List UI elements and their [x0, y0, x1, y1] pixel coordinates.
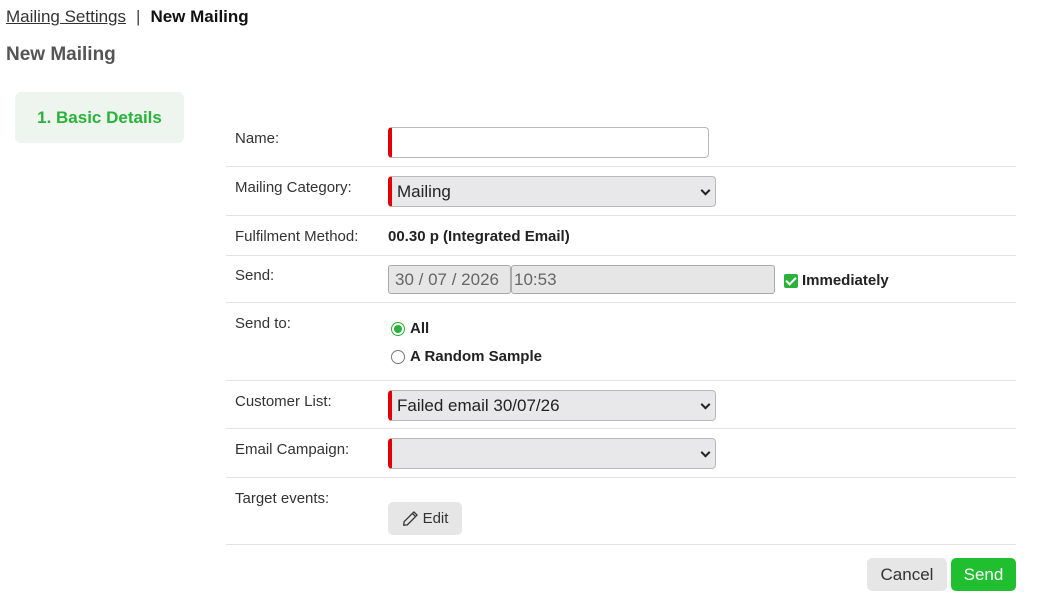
- target-events-label: Target events:: [235, 490, 330, 507]
- mailing-category-label: Mailing Category:: [235, 179, 352, 196]
- fulfilment-method-label: Fulfilment Method:: [235, 228, 359, 245]
- pencil-icon: [402, 511, 418, 526]
- target-events-row: Target events: Edit: [226, 478, 1016, 545]
- mailing-form: Name: Mailing Category: Mailing Fulfilme…: [226, 117, 1016, 545]
- send-to-all-radio[interactable]: All: [391, 320, 429, 337]
- send-to-label: Send to:: [235, 315, 291, 332]
- email-campaign-select[interactable]: [388, 438, 716, 469]
- chevron-down-icon: [700, 185, 711, 196]
- page-title: New Mailing: [6, 44, 116, 65]
- fulfilment-method-value: 00.30 p (Integrated Email): [388, 228, 570, 245]
- chevron-down-icon: [700, 447, 711, 458]
- email-campaign-label: Email Campaign:: [235, 441, 350, 458]
- send-row: Send: 30 / 07 / 2026 10:53 Immediately: [226, 256, 1016, 303]
- radio-unselected-icon: [391, 349, 405, 364]
- name-input[interactable]: [388, 127, 709, 158]
- checkbox-checked-icon: [784, 273, 798, 288]
- customer-list-label: Customer List:: [235, 393, 332, 410]
- fulfilment-method-row: Fulfilment Method: 00.30 p (Integrated E…: [226, 216, 1016, 256]
- mailing-category-row: Mailing Category: Mailing: [226, 167, 1016, 216]
- immediately-label: Immediately: [802, 272, 889, 289]
- customer-list-select[interactable]: Failed email 30/07/26: [388, 390, 716, 421]
- cancel-button[interactable]: Cancel: [867, 558, 947, 591]
- send-to-all-label: All: [410, 320, 430, 337]
- chevron-down-icon: [700, 399, 711, 410]
- send-to-random-sample-radio[interactable]: A Random Sample: [391, 348, 542, 365]
- mailing-category-value: Mailing: [397, 181, 451, 201]
- customer-list-value: Failed email 30/07/26: [397, 395, 560, 415]
- radio-selected-icon: [391, 321, 405, 336]
- name-label: Name:: [235, 130, 280, 147]
- breadcrumb: Mailing Settings | New Mailing: [6, 7, 249, 27]
- breadcrumb-separator: |: [136, 7, 141, 26]
- email-campaign-row: Email Campaign:: [226, 429, 1016, 478]
- edit-label: Edit: [422, 510, 449, 527]
- send-to-row: Send to: All A Random Sample: [226, 303, 1016, 381]
- send-button[interactable]: Send: [951, 558, 1016, 591]
- send-label: Send:: [235, 267, 275, 284]
- breadcrumb-mailing-settings-link[interactable]: Mailing Settings: [6, 7, 126, 27]
- name-row: Name:: [226, 117, 1016, 167]
- mailing-category-select[interactable]: Mailing: [388, 176, 716, 207]
- customer-list-row: Customer List: Failed email 30/07/26: [226, 381, 1016, 429]
- breadcrumb-current: New Mailing: [150, 7, 249, 26]
- send-time-input[interactable]: 10:53: [511, 265, 775, 294]
- step-basic-details[interactable]: 1. Basic Details: [15, 92, 184, 143]
- send-to-random-sample-label: A Random Sample: [410, 348, 542, 365]
- immediately-checkbox[interactable]: Immediately: [784, 272, 889, 289]
- edit-target-events-button[interactable]: Edit: [388, 502, 462, 535]
- send-date-input[interactable]: 30 / 07 / 2026: [388, 265, 511, 294]
